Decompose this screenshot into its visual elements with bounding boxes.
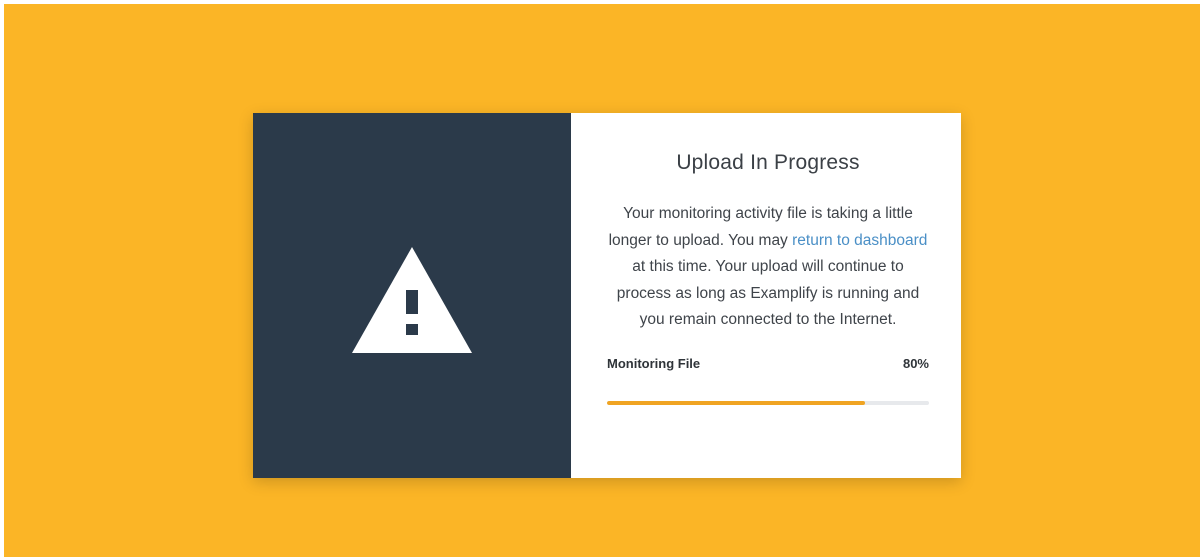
dialog-icon-panel — [253, 113, 571, 478]
warning-triangle-icon — [352, 246, 472, 353]
progress-header: Monitoring File 80% — [607, 356, 929, 371]
progress-label: Monitoring File — [607, 355, 701, 371]
dialog-content: Upload In Progress Your monitoring activ… — [571, 113, 961, 478]
return-to-dashboard-link[interactable]: return to dashboard — [792, 232, 927, 249]
progress-bar-fill — [607, 400, 865, 405]
message-text-after-link: at this time. Your upload will continue … — [616, 258, 920, 328]
dialog-title: Upload In Progress — [676, 151, 860, 174]
dialog-message: Your monitoring activity file is taking … — [607, 201, 929, 334]
background: Upload In Progress Your monitoring activ… — [4, 4, 1200, 557]
progress-percent: 80% — [902, 355, 929, 371]
upload-progress-dialog: Upload In Progress Your monitoring activ… — [253, 113, 961, 478]
progress-bar — [607, 400, 929, 405]
